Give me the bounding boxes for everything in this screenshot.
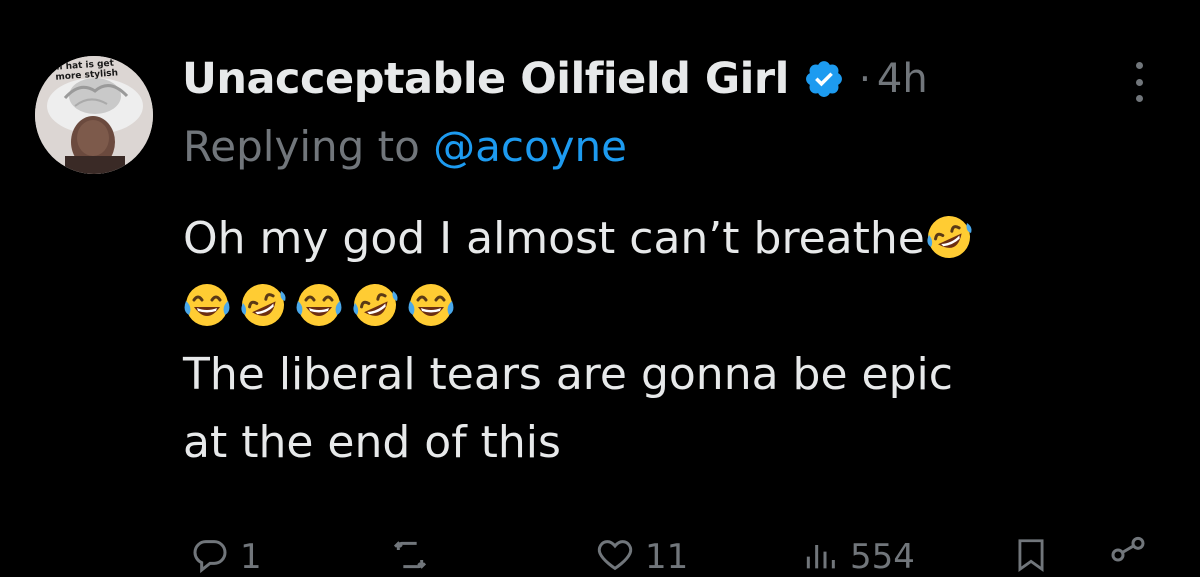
reply-handle-link[interactable]: @acoyne [433,122,627,171]
heart-icon [597,540,633,571]
face-with-tears-of-joy-emoji-icon [183,281,231,329]
bookmark-button[interactable] [1012,535,1050,575]
more-options-icon[interactable] [1131,62,1147,102]
like-button[interactable]: 11 [595,535,688,577]
tweet-text: The liberal tears are gonna be epic [183,349,953,400]
timestamp[interactable]: 4h [877,56,928,102]
replying-to: Replying to @acoyne [183,122,627,171]
views-icon [806,545,835,569]
rolling-on-floor-laughing-emoji-icon [925,213,973,261]
action-bar: 1 11 554 [0,535,1200,577]
tweet-body-line: at the end of this [183,409,1173,477]
rolling-on-floor-laughing-emoji-icon [351,281,399,329]
tweet-body-line: Oh my god I almost can’t breathe [183,205,1173,273]
tweet-header: Unacceptable Oilfield Girl · 4h [182,44,928,114]
face-with-tears-of-joy-emoji-icon [407,281,455,329]
retweet-button[interactable] [388,535,442,575]
views-button[interactable]: 554 [800,535,915,577]
rolling-on-floor-laughing-emoji-icon [239,281,287,329]
tweet-body: Oh my god I almost can’t breathe The lib… [183,205,1173,477]
verified-badge-icon[interactable] [803,58,845,100]
retweet-icon [393,541,427,569]
bookmark-icon [1018,539,1044,573]
tweet-text: at the end of this [183,417,561,468]
author-name[interactable]: Unacceptable Oilfield Girl [182,54,789,104]
share-button[interactable] [1108,535,1148,575]
tweet-emoji-line [183,273,1173,341]
replying-prefix: Replying to [183,122,434,171]
reply-button[interactable]: 1 [190,535,262,577]
views-count: 554 [850,537,915,577]
reply-count: 1 [240,537,262,577]
face-with-tears-of-joy-emoji-icon [295,281,343,329]
share-icon [1111,536,1145,562]
reply-icon [193,540,227,574]
like-count: 11 [645,537,689,577]
tweet-text: Oh my god I almost can’t breathe [183,213,925,264]
avatar[interactable]: Oil hat is get more stylish [35,56,153,174]
separator-dot: · [858,57,871,101]
tweet[interactable]: Oil hat is get more stylish Unacceptable… [0,0,1200,577]
tweet-body-line: The liberal tears are gonna be epic [183,341,1173,409]
